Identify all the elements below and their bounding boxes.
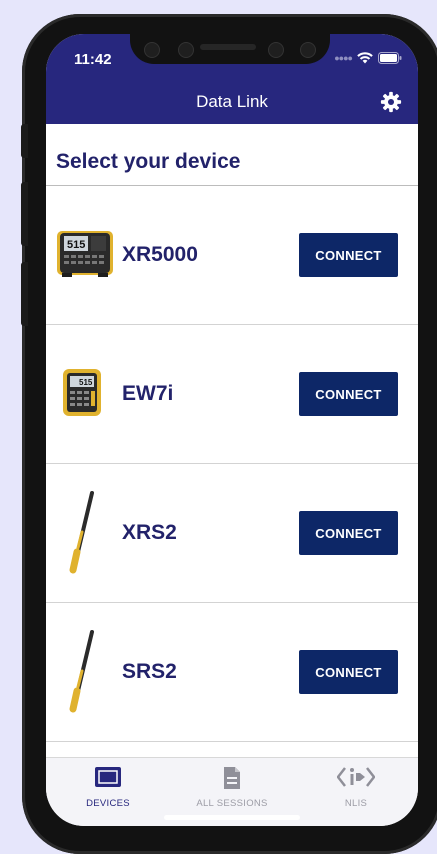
wifi-icon — [357, 52, 373, 64]
device-name: XRS2 — [122, 521, 177, 544]
device-name: SRS2 — [122, 660, 177, 683]
srs2-wand-image — [56, 629, 112, 715]
tab-label: NLIS — [344, 798, 368, 809]
device-name: EW7i — [122, 382, 174, 405]
document-icon — [222, 766, 242, 795]
connect-button-srs2[interactable]: CONNECT — [299, 650, 398, 694]
tab-label: DEVICES — [86, 798, 130, 809]
svg-text:515: 515 — [79, 378, 93, 387]
app-header: 11:42 ●●●● Data Link — [46, 34, 418, 124]
device-list: 515 XR5000 CONNECT 515 EW7i CONNECT XRS2… — [46, 186, 418, 742]
section-title: Select your device — [56, 150, 241, 173]
status-time: 11:42 — [74, 51, 112, 68]
tab-devices[interactable]: DEVICES — [46, 758, 170, 826]
gear-icon[interactable] — [380, 91, 402, 113]
device-row-xrs2: XRS2 CONNECT — [46, 464, 418, 603]
devices-icon — [94, 766, 122, 793]
side-button-mute — [21, 124, 28, 158]
connect-button-xr5000[interactable]: CONNECT — [299, 233, 398, 277]
tab-nlis[interactable]: NLIS — [294, 758, 418, 826]
nlis-icon — [336, 766, 376, 793]
svg-text:515: 515 — [67, 239, 85, 251]
sensor-icon — [300, 42, 316, 58]
device-row-ew7i: 515 EW7i CONNECT — [46, 325, 418, 464]
xr5000-indicator-image: 515 — [56, 229, 113, 279]
ew7i-indicator-image: 515 — [60, 368, 116, 418]
signal-icon: ●●●● — [334, 53, 353, 63]
device-row-srs2: SRS2 CONNECT — [46, 603, 418, 742]
device-name: XR5000 — [122, 243, 198, 266]
status-icons: ●●●● — [334, 52, 402, 64]
page-title: Data Link — [196, 92, 268, 111]
app-screen: 11:42 ●●●● Data Link Select your device … — [46, 34, 418, 826]
side-button-volume-up — [21, 182, 28, 246]
side-button-volume-down — [21, 262, 28, 326]
camera-icon — [144, 42, 160, 58]
speaker-grille — [200, 44, 256, 50]
camera-icon — [178, 42, 194, 58]
connect-button-xrs2[interactable]: CONNECT — [299, 511, 398, 555]
notch — [130, 34, 330, 64]
sensor-icon — [268, 42, 284, 58]
device-row-xr5000: 515 XR5000 CONNECT — [46, 186, 418, 325]
battery-icon — [378, 52, 402, 64]
tab-label: ALL SESSIONS — [196, 798, 268, 809]
home-indicator — [164, 815, 300, 820]
xrs2-wand-image — [56, 490, 112, 576]
connect-button-ew7i[interactable]: CONNECT — [299, 372, 398, 416]
